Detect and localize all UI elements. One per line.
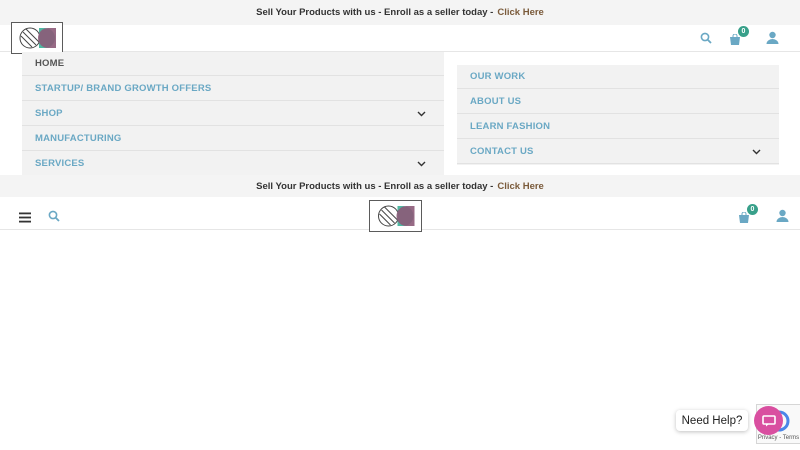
menu-item-startup-offers[interactable]: STARTUP/ BRAND GROWTH OFFERS xyxy=(22,77,444,101)
header-desktop xyxy=(0,25,800,52)
menu-item-label: LEARN FASHION xyxy=(470,121,551,132)
hamburger-icon[interactable] xyxy=(19,210,31,228)
menu-item-label: SERVICES xyxy=(35,158,85,169)
announcement-link[interactable]: Click Here xyxy=(497,7,543,18)
chevron-down-icon[interactable] xyxy=(417,109,426,120)
chevron-down-icon[interactable] xyxy=(752,147,761,158)
menu-item-contact-us[interactable]: CONTACT US xyxy=(457,140,779,164)
menu-item-shop[interactable]: SHOP xyxy=(22,102,444,126)
recaptcha-text[interactable]: Privacy - Terms xyxy=(757,435,800,441)
chat-icon xyxy=(761,414,776,426)
menu-item-label: ABOUT US xyxy=(470,96,522,107)
search-icon[interactable] xyxy=(700,31,712,49)
menu-item-label: CONTACT US xyxy=(470,146,534,157)
announcement-bar-mobile: Sell Your Products with us - Enroll as a… xyxy=(0,175,800,197)
menu-item-learn-fashion[interactable]: LEARN FASHION xyxy=(457,115,779,139)
logo[interactable] xyxy=(11,22,63,54)
announcement-bar: Sell Your Products with us - Enroll as a… xyxy=(0,0,800,25)
announcement-text: Sell Your Products with us - Enroll as a… xyxy=(256,180,494,192)
user-icon[interactable] xyxy=(776,209,789,227)
cart-count-badge: 0 xyxy=(738,26,749,37)
chevron-down-icon[interactable] xyxy=(417,159,426,170)
menu-item-label: STARTUP/ BRAND GROWTH OFFERS xyxy=(35,83,212,94)
logo-mark xyxy=(19,27,56,49)
main-menu: HOME STARTUP/ BRAND GROWTH OFFERS SHOP M… xyxy=(22,52,444,177)
menu-item-home[interactable]: HOME xyxy=(22,52,444,76)
menu-item-label: SHOP xyxy=(35,108,63,119)
user-icon[interactable] xyxy=(766,31,779,49)
announcement-link[interactable]: Click Here xyxy=(497,181,543,192)
need-help-label[interactable]: Need Help? xyxy=(676,410,748,431)
menu-item-our-work[interactable]: OUR WORK xyxy=(457,65,779,89)
cart-count-badge: 0 xyxy=(747,204,758,215)
menu-item-label: OUR WORK xyxy=(470,71,526,82)
menu-item-label: HOME xyxy=(35,58,65,69)
logo-mark xyxy=(378,205,415,227)
menu-item-about-us[interactable]: ABOUT US xyxy=(457,90,779,114)
chat-button[interactable] xyxy=(754,406,783,435)
menu-item-services[interactable]: SERVICES xyxy=(22,152,444,176)
logo[interactable] xyxy=(369,200,422,232)
menu-item-label: MANUFACTURING xyxy=(35,133,122,144)
announcement-text: Sell Your Products with us - Enroll as a… xyxy=(256,7,494,18)
search-icon[interactable] xyxy=(48,209,60,227)
menu-item-manufacturing[interactable]: MANUFACTURING xyxy=(22,127,444,151)
secondary-menu: OUR WORK ABOUT US LEARN FASHION CONTACT … xyxy=(457,65,779,165)
